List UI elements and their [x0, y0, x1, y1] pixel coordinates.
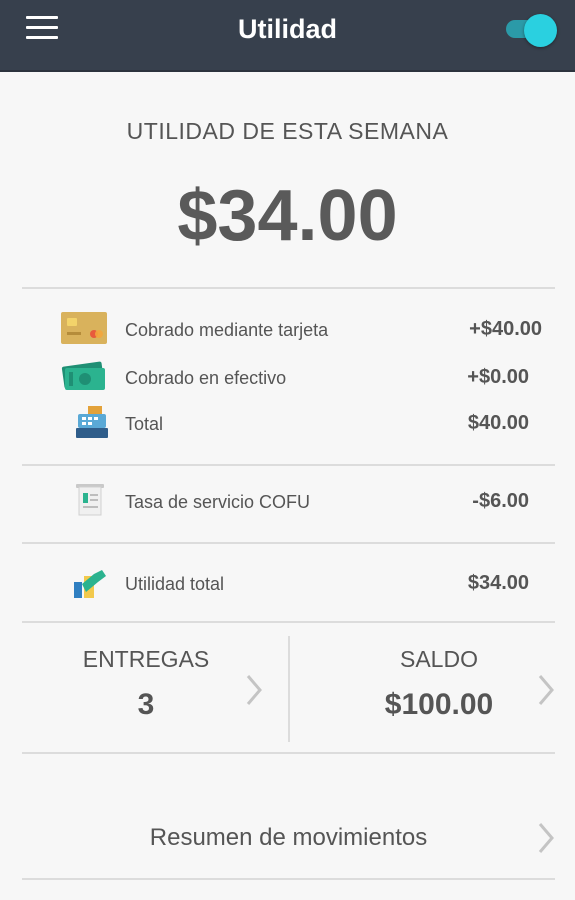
chevron-right-icon[interactable] [536, 673, 556, 707]
vertical-divider [288, 636, 290, 742]
deliveries-card[interactable]: ENTREGAS 3 [30, 636, 262, 742]
movements-summary-button[interactable]: Resumen de movimientos [22, 800, 555, 878]
net-label: Utilidad total [125, 574, 225, 594]
balance-label: SALDO [400, 646, 478, 672]
chevron-right-icon[interactable] [536, 821, 556, 855]
breakdown-row-card: Cobrado mediante tarjeta +$40.00 [0, 312, 575, 346]
app-bar: Utilidad [0, 0, 575, 72]
divider [22, 542, 555, 544]
divider [22, 287, 555, 289]
divider [22, 621, 555, 623]
breakdown-label: Total [125, 414, 164, 434]
credit-card-icon [61, 312, 107, 344]
deliveries-label: ENTREGAS [82, 646, 210, 672]
breakdown-value: $40.00 [467, 412, 529, 434]
net-value: $34.00 [467, 572, 529, 594]
availability-toggle[interactable] [506, 14, 557, 47]
profit-chart-icon [74, 570, 106, 598]
receipt-icon [76, 484, 104, 516]
net-row: Utilidad total $34.00 [0, 566, 575, 600]
balance-card[interactable]: SALDO $100.00 [320, 636, 558, 742]
cash-icon [61, 361, 105, 390]
divider [22, 464, 555, 466]
page-title: Utilidad [238, 14, 337, 44]
balance-value: $100.00 [384, 688, 494, 721]
fee-label: Tasa de servicio COFU [125, 492, 311, 512]
deliveries-value: 3 [137, 688, 155, 721]
week-profit-amount: $34.00 [177, 176, 398, 256]
breakdown-row-cash: Cobrado en efectivo +$0.00 [0, 360, 575, 394]
chevron-right-icon[interactable] [244, 673, 264, 707]
fee-row: Tasa de servicio COFU -$6.00 [0, 484, 575, 518]
divider [22, 878, 555, 880]
breakdown-label: Cobrado mediante tarjeta [125, 320, 329, 340]
week-profit-label: UTILIDAD DE ESTA SEMANA [126, 118, 449, 144]
breakdown-value: +$0.00 [467, 366, 529, 388]
breakdown-value: +$40.00 [469, 318, 542, 340]
divider [22, 752, 555, 754]
breakdown-label: Cobrado en efectivo [125, 368, 287, 388]
fee-value: -$6.00 [472, 490, 529, 512]
movements-summary-label: Resumen de movimientos [149, 824, 428, 851]
breakdown-row-total: Total $40.00 [0, 406, 575, 440]
cash-register-icon [76, 406, 108, 438]
